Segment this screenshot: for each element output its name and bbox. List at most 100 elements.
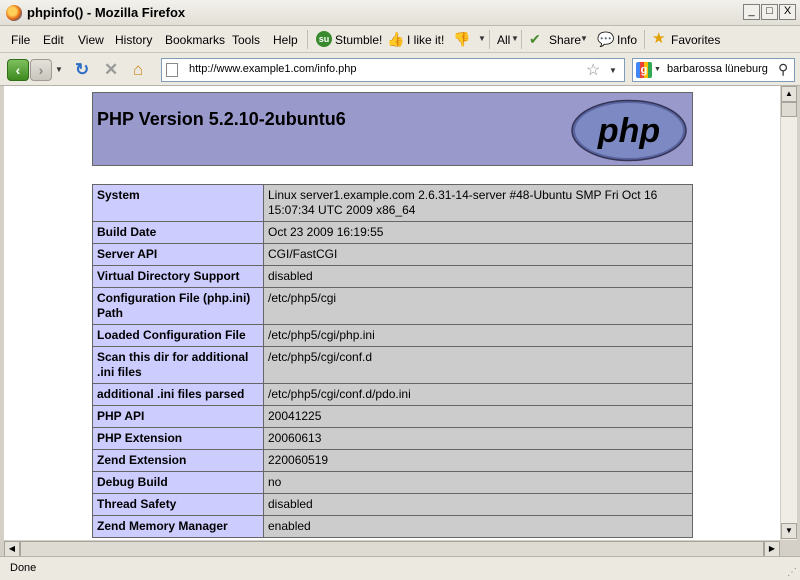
- table-row: Zend Extension 220060519: [92, 449, 693, 472]
- page-title: PHP Version 5.2.10-2ubuntu6: [97, 109, 346, 129]
- maximize-button[interactable]: □: [761, 4, 778, 20]
- table-row: Virtual Directory Support disabled: [92, 265, 693, 288]
- row-value: Oct 23 2009 16:19:55: [263, 221, 693, 244]
- history-dropdown-icon[interactable]: ▼: [55, 65, 63, 74]
- menu-bar: File Edit View History Bookmarks Tools H…: [0, 26, 800, 53]
- table-row: Loaded Configuration File/etc/php5/cgi/p…: [92, 324, 693, 347]
- chevron-down-icon[interactable]: ▼: [654, 66, 661, 73]
- scroll-up-icon[interactable]: ▲: [781, 86, 797, 102]
- row-value: /etc/php5/cgi/php.ini: [263, 324, 693, 347]
- resize-grip-icon[interactable]: ⋰: [787, 567, 797, 578]
- table-row: Debug Build no: [92, 471, 693, 494]
- row-key: Configuration File (php.ini) Path: [92, 287, 264, 325]
- table-row: Configuration File (php.ini) Path/etc/ph…: [92, 287, 693, 325]
- table-row: Build Date Oct 23 2009 16:19:55: [92, 221, 693, 244]
- stumble-button[interactable]: Stumble!: [335, 33, 382, 47]
- window-title: phpinfo() - Mozilla Firefox: [27, 5, 186, 20]
- menu-separator: [521, 30, 522, 49]
- row-value: no: [263, 471, 693, 494]
- row-key: Thread Safety: [92, 493, 264, 516]
- chevron-down-icon[interactable]: ▼: [609, 66, 617, 75]
- row-value: 20060613: [263, 427, 693, 450]
- share-button[interactable]: Share: [549, 33, 581, 47]
- table-row: additional .ini files parsed/etc/php5/cg…: [92, 383, 693, 406]
- status-bar: Done ⋰: [0, 556, 800, 580]
- menu-bookmarks[interactable]: Bookmarks: [165, 33, 225, 47]
- php-logo-text: php: [597, 112, 660, 150]
- stumbleupon-icon: su: [316, 31, 332, 47]
- stop-icon[interactable]: ✕: [104, 60, 118, 80]
- php-info-table: System Linux server1.example.com 2.6.31-1…: [92, 184, 693, 538]
- row-value: /etc/php5/cgi/conf.d/pdo.ini: [263, 383, 693, 406]
- scroll-thumb[interactable]: [20, 541, 764, 557]
- row-key: Virtual Directory Support: [92, 265, 264, 288]
- thumbs-up-icon: 👍: [387, 31, 405, 47]
- favorites-button[interactable]: Favorites: [671, 33, 720, 47]
- scroll-left-icon[interactable]: ◀: [4, 541, 20, 557]
- row-value: disabled: [263, 493, 693, 516]
- vertical-scrollbar[interactable]: ▲ ▼: [780, 86, 797, 540]
- menu-tools[interactable]: Tools: [232, 33, 260, 47]
- chevron-down-icon[interactable]: ▼: [511, 34, 519, 43]
- thumbs-down-icon[interactable]: 👎: [453, 31, 470, 47]
- row-key: Scan this dir for additional .ini files: [92, 346, 264, 384]
- search-bar[interactable]: g ▼ barbarossa lüneburg ⚲: [632, 58, 795, 82]
- window-controls: _ □ X: [743, 4, 796, 20]
- row-value: /etc/php5/cgi/conf.d: [263, 346, 693, 384]
- table-row: Server API CGI/FastCGI: [92, 243, 693, 266]
- row-key: PHP API: [92, 405, 264, 428]
- menu-history[interactable]: History: [115, 33, 152, 47]
- row-value: /etc/php5/cgi: [263, 287, 693, 325]
- all-button[interactable]: All: [497, 33, 510, 47]
- menu-view[interactable]: View: [78, 33, 104, 47]
- row-key: Zend Extension: [92, 449, 264, 472]
- row-value: disabled: [263, 265, 693, 288]
- table-row: PHP API 20041225: [92, 405, 693, 428]
- php-header: PHP Version 5.2.10-2ubuntu6 php: [92, 92, 693, 166]
- row-key: additional .ini files parsed: [92, 383, 264, 406]
- menu-file[interactable]: File: [11, 33, 30, 47]
- minimize-button[interactable]: _: [743, 4, 760, 20]
- menu-help[interactable]: Help: [273, 33, 298, 47]
- info-button[interactable]: Info: [617, 33, 637, 47]
- scroll-right-icon[interactable]: ▶: [764, 541, 780, 557]
- row-key: System: [92, 184, 264, 222]
- row-value: enabled: [263, 515, 693, 538]
- search-input[interactable]: barbarossa lüneburg: [667, 63, 768, 75]
- menu-separator: [644, 30, 645, 49]
- page-icon: [166, 63, 178, 77]
- url-bar[interactable]: http://www.example1.com/info.php ☆ ▼: [161, 58, 625, 82]
- row-key: Zend Memory Manager: [92, 515, 264, 538]
- firefox-icon: [6, 5, 22, 21]
- bookmark-star-icon[interactable]: ☆: [586, 60, 600, 80]
- reload-icon[interactable]: ↻: [75, 60, 89, 80]
- home-icon[interactable]: ⌂: [133, 60, 143, 80]
- url-text[interactable]: http://www.example1.com/info.php: [189, 63, 357, 75]
- info-bubble-icon: 💬: [597, 31, 615, 47]
- table-row: PHP Extension 20060613: [92, 427, 693, 450]
- row-key: Debug Build: [92, 471, 264, 494]
- like-button[interactable]: I like it!: [407, 33, 444, 47]
- scroll-down-icon[interactable]: ▼: [781, 523, 797, 539]
- back-button[interactable]: ‹: [7, 59, 29, 81]
- menu-separator: [307, 30, 308, 49]
- row-value: 20041225: [263, 405, 693, 428]
- php-logo-icon: php: [571, 99, 687, 162]
- menu-separator: [489, 30, 490, 49]
- row-key: PHP Extension: [92, 427, 264, 450]
- row-key: Loaded Configuration File: [92, 324, 264, 347]
- google-icon[interactable]: g: [636, 62, 652, 78]
- page-viewport: PHP Version 5.2.10-2ubuntu6 php System Li…: [4, 86, 780, 540]
- horizontal-scrollbar[interactable]: ◀ ▶: [4, 540, 780, 557]
- chevron-down-icon[interactable]: ▼: [580, 34, 588, 43]
- row-key: Build Date: [92, 221, 264, 244]
- forward-button[interactable]: ›: [30, 59, 52, 81]
- chevron-down-icon[interactable]: ▼: [478, 34, 486, 43]
- menu-edit[interactable]: Edit: [43, 33, 64, 47]
- close-button[interactable]: X: [779, 4, 796, 20]
- share-check-icon: ✔: [529, 31, 541, 47]
- row-key: Server API: [92, 243, 264, 266]
- scroll-thumb[interactable]: [781, 102, 797, 117]
- search-icon[interactable]: ⚲: [778, 61, 788, 78]
- title-bar: phpinfo() - Mozilla Firefox _ □ X: [0, 0, 800, 26]
